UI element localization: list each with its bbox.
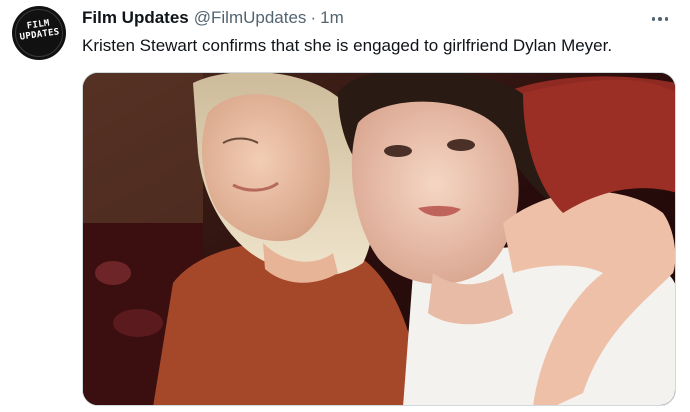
- more-dot: [658, 17, 662, 21]
- more-horizontal-icon: [651, 17, 656, 21]
- display-name[interactable]: Film Updates: [82, 8, 189, 28]
- more-dot: [664, 17, 669, 21]
- user-handle[interactable]: @FilmUpdates: [194, 8, 307, 28]
- tweet-photo[interactable]: [82, 72, 676, 406]
- photo-image: [83, 73, 675, 405]
- avatar[interactable]: FILM UPDATES: [12, 6, 66, 60]
- tweet-header: Film Updates @FilmUpdates · 1m: [82, 8, 344, 30]
- tweet-text: Kristen Stewart confirms that she is eng…: [82, 36, 613, 55]
- timestamp[interactable]: 1m: [320, 8, 344, 28]
- more-options-button[interactable]: [644, 8, 676, 30]
- header-separator: ·: [310, 8, 317, 27]
- tweet[interactable]: FILM UPDATES Film Updates @FilmUpdates ·…: [0, 0, 690, 412]
